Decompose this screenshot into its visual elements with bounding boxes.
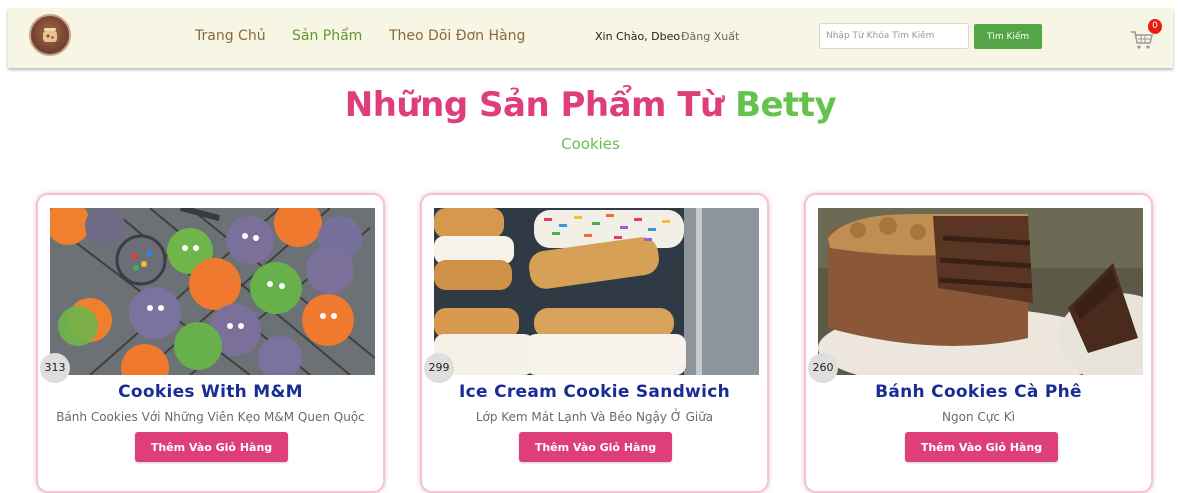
product-views-badge: 260 bbox=[808, 353, 838, 383]
category-label: Cookies bbox=[561, 135, 620, 153]
search-button[interactable]: Tìm Kiếm bbox=[974, 24, 1042, 49]
page-title-main: Những Sản Phẩm Từ bbox=[344, 85, 724, 125]
add-to-cart-button[interactable]: Thêm Vào Giỏ Hàng bbox=[519, 432, 672, 462]
nav-products-link[interactable]: Sản Phẩm bbox=[292, 28, 362, 44]
add-to-cart-button[interactable]: Thêm Vào Giỏ Hàng bbox=[905, 432, 1058, 462]
product-image[interactable] bbox=[434, 208, 759, 375]
page-title-accent: Betty bbox=[735, 85, 837, 125]
product-description: Lớp Kem Mát Lạnh Và Béo Ngậy Ở Giữa bbox=[475, 410, 714, 424]
logout-link[interactable]: Đăng Xuất bbox=[681, 30, 739, 43]
add-to-cart-button[interactable]: Thêm Vào Giỏ Hàng bbox=[135, 432, 288, 462]
product-card: 313 Cookies With M&M Bánh Cookies Với Nh… bbox=[36, 193, 385, 493]
cart-count-badge: 0 bbox=[1148, 19, 1162, 34]
site-header: Trang Chủ Sản Phẩm Theo Dõi Đơn Hàng Xin… bbox=[8, 8, 1173, 68]
nav-home-link[interactable]: Trang Chủ bbox=[195, 28, 266, 44]
nav-track-orders-link[interactable]: Theo Dõi Đơn Hàng bbox=[389, 28, 525, 44]
product-card: 299 Ice Cream Cookie Sandwich Lớp Kem Má… bbox=[420, 193, 769, 493]
product-name[interactable]: Bánh Cookies Cà Phê bbox=[806, 382, 1151, 402]
product-name[interactable]: Cookies With M&M bbox=[38, 382, 383, 402]
product-card: 260 Bánh Cookies Cà Phê Ngon Cực Kì Thêm… bbox=[804, 193, 1153, 493]
product-name[interactable]: Ice Cream Cookie Sandwich bbox=[422, 382, 767, 402]
page-title: Những Sản Phẩm Từ Betty bbox=[0, 85, 1181, 125]
cookie-jar-icon bbox=[43, 28, 57, 42]
betty-logo[interactable] bbox=[29, 14, 71, 56]
product-views-badge: 313 bbox=[40, 353, 70, 383]
product-image[interactable] bbox=[50, 208, 375, 375]
product-image[interactable] bbox=[818, 208, 1143, 375]
user-greeting: Xin Chào, Dbeo bbox=[595, 30, 681, 43]
product-description: Ngon Cực Kì bbox=[942, 410, 1015, 424]
product-description: Bánh Cookies Với Những Viên Kẹo M&M Quen… bbox=[56, 410, 365, 424]
product-views-badge: 299 bbox=[424, 353, 454, 383]
shopping-cart-icon[interactable] bbox=[1130, 30, 1154, 50]
search-input[interactable] bbox=[819, 23, 969, 49]
